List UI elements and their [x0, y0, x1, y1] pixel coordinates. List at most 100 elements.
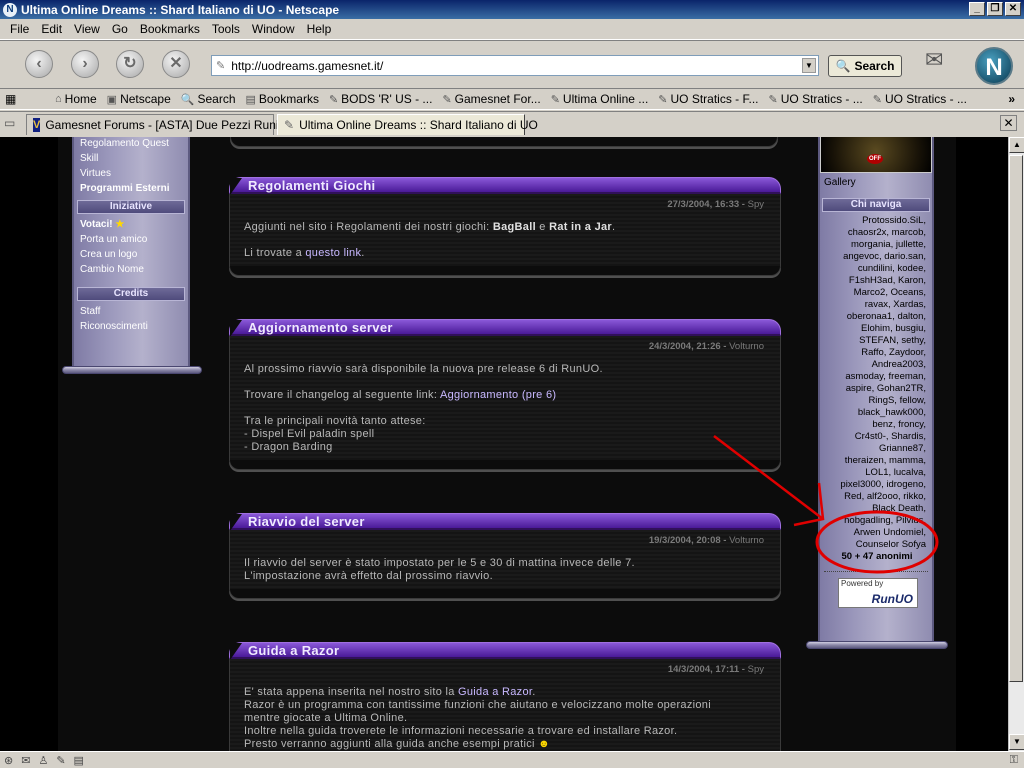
- page-viewport: Regolamento Quest Skill Virtues Programm…: [0, 137, 1008, 751]
- new-tab-icon[interactable]: ▭: [4, 116, 20, 132]
- gallery-link[interactable]: Gallery: [820, 173, 932, 195]
- news-header: Regolamenti Giochi: [229, 177, 781, 195]
- nav-link-votaci[interactable]: Votaci! ★: [74, 217, 188, 232]
- who-online-total: 50 + 47 anonimi: [841, 551, 913, 562]
- who-online-line: benz, froncy,: [872, 419, 926, 430]
- scroll-up-icon[interactable]: ▲: [1009, 137, 1024, 153]
- aggiornamento-link[interactable]: Aggiornamento (pre 6): [440, 389, 556, 401]
- bookmarks-menu[interactable]: ▤ Bookmarks: [241, 92, 324, 106]
- back-button[interactable]: ‹: [25, 50, 53, 78]
- nav-link-cambio-nome[interactable]: Cambio Nome: [74, 262, 188, 277]
- navigator-icon[interactable]: ⊛: [4, 754, 13, 767]
- forward-button[interactable]: ›: [71, 50, 99, 78]
- bookmark-home[interactable]: ⌂ Home: [50, 92, 102, 106]
- guida-razor-link[interactable]: Guida a Razor: [458, 686, 532, 698]
- menu-edit[interactable]: Edit: [41, 22, 62, 36]
- news-text: Inoltre nella guida troverete le informa…: [244, 725, 678, 737]
- bookmark-link[interactable]: ✎ UO Stratics - F...: [653, 92, 763, 106]
- reload-button[interactable]: ↻: [116, 50, 144, 78]
- address-book-icon[interactable]: ▤: [74, 754, 84, 767]
- news-text: - Dragon Barding: [244, 441, 333, 453]
- link-icon: ✎: [768, 93, 778, 106]
- bookmark-link[interactable]: ✎ Ultima Online ...: [546, 92, 654, 106]
- news-box-footer: [230, 137, 778, 147]
- nav-link-programmi-esterni[interactable]: Programmi Esterni: [74, 181, 188, 196]
- menu-help[interactable]: Help: [307, 22, 332, 36]
- search-button-label: Search: [854, 59, 895, 73]
- search-button[interactable]: 🔍 Search: [828, 55, 902, 77]
- bookmark-link[interactable]: ✎ BODS 'R' US - ...: [324, 92, 437, 106]
- runuo-badge[interactable]: Powered by RunUO: [838, 578, 918, 608]
- off-badge: OFF: [867, 154, 883, 164]
- menu-bookmarks[interactable]: Bookmarks: [140, 22, 200, 36]
- bookmark-link[interactable]: ✎ UO Stratics - ...: [868, 92, 972, 106]
- composer-icon[interactable]: ✎: [56, 754, 65, 767]
- tab-label: Gamesnet Forums - [ASTA] Due Pezzi Runic…: [45, 118, 288, 132]
- close-button[interactable]: ✕: [1005, 2, 1021, 16]
- news-author[interactable]: Volturno: [729, 535, 764, 546]
- stop-button[interactable]: ✕: [162, 50, 190, 78]
- news-author[interactable]: Spy: [748, 664, 764, 675]
- who-online-line: cundilini, kodee,: [857, 263, 926, 274]
- nav-link-virtues[interactable]: Virtues: [74, 166, 188, 181]
- netscape-logo[interactable]: N: [975, 47, 1013, 85]
- menu-view[interactable]: View: [74, 22, 100, 36]
- who-online-line: angevoc, dario.san,: [843, 251, 926, 262]
- who-online-line: LOL1, lucalva,: [865, 467, 926, 478]
- url-dropdown-icon[interactable]: ▼: [802, 58, 816, 73]
- search-icon: 🔍: [835, 59, 851, 73]
- news-text: Tra le principali novità tanto attese:: [244, 415, 426, 427]
- news-body: 14/3/2004, 17:11 - Spy E' stata appena i…: [229, 659, 781, 751]
- tab-gamesnet-forums[interactable]: V Gamesnet Forums - [ASTA] Due Pezzi Run…: [26, 114, 287, 135]
- close-tab-button[interactable]: ✕: [1000, 115, 1017, 131]
- bookmark-netscape[interactable]: ▣ Netscape: [102, 92, 176, 106]
- news-text: mentre giocate a Ultima Online.: [244, 712, 408, 724]
- who-online-line: morgania, jullette,: [851, 239, 926, 250]
- netscape-app-icon: N: [3, 2, 17, 17]
- bookmark-search[interactable]: 🔍 Search: [176, 92, 241, 106]
- link-icon: ✎: [442, 93, 452, 106]
- scroll-down-icon[interactable]: ▼: [1009, 734, 1024, 750]
- aim-icon[interactable]: ♙: [38, 754, 48, 767]
- menu-tools[interactable]: Tools: [212, 22, 240, 36]
- nav-link-riconoscimenti[interactable]: Riconoscimenti: [74, 319, 188, 334]
- who-online-line: theraizen, mamma,: [844, 455, 926, 466]
- mail-icon[interactable]: ✉: [925, 47, 965, 79]
- menu-window[interactable]: Window: [252, 22, 295, 36]
- news-text: Il riavvio del server è stato impostato …: [244, 557, 635, 569]
- news-footer: [229, 266, 781, 276]
- menu-file[interactable]: File: [10, 22, 29, 36]
- home-icon: ⌂: [55, 93, 62, 105]
- nav-link-skill[interactable]: Skill: [74, 151, 188, 166]
- my-netscape-icon: ▣: [106, 93, 118, 106]
- personal-toolbar: ▦ ⌂ Home ▣ Netscape 🔍 Search ▤ Bookmarks ✎ BO…: [0, 88, 1024, 110]
- scrollbar-thumb[interactable]: [1009, 155, 1023, 682]
- menu-go[interactable]: Go: [112, 22, 128, 36]
- toolbar-overflow-button[interactable]: »: [1003, 92, 1020, 106]
- minimize-button[interactable]: _: [969, 2, 985, 16]
- bookmark-link[interactable]: ✎ UO Stratics - ...: [764, 92, 868, 106]
- questo-link[interactable]: questo link: [305, 247, 361, 259]
- url-bar[interactable]: ✎ http://uodreams.gamesnet.it/ ▼: [211, 55, 819, 76]
- tab-bar: ▭ V Gamesnet Forums - [ASTA] Due Pezzi R…: [0, 111, 1024, 135]
- nav-section-iniziative: Iniziative: [77, 200, 185, 214]
- news-body: 27/3/2004, 16:33 - Spy Aggiunti nel sito…: [229, 194, 781, 266]
- news-author[interactable]: Volturno: [729, 341, 764, 352]
- bookmark-link[interactable]: ✎ Gamesnet For...: [437, 92, 545, 106]
- nav-link-regolamento-quest[interactable]: Regolamento Quest: [74, 137, 188, 151]
- sidebar-toggle-icon[interactable]: ▦: [0, 92, 50, 106]
- tab-uodreams[interactable]: ✎ Ultima Online Dreams :: Shard Italiano…: [277, 114, 538, 135]
- news-text: E' stata appena inserita nel nostro sito…: [244, 686, 536, 698]
- maximize-button[interactable]: ❐: [987, 2, 1003, 16]
- who-online-line: Protossido.SiL,: [862, 215, 926, 226]
- news-date: 24/3/2004, 21:26: [648, 341, 721, 352]
- news-author[interactable]: Spy: [748, 199, 764, 210]
- who-online-line: ravax, Xardas,: [864, 299, 926, 310]
- runuo-logo: RunUO: [871, 592, 913, 606]
- nav-link-crea-un-logo[interactable]: Crea un logo: [74, 247, 188, 262]
- news-text: Al prossimo riavvio sarà disponibile la …: [244, 363, 603, 375]
- left-navigation: Regolamento Quest Skill Virtues Programm…: [72, 137, 190, 367]
- nav-link-staff[interactable]: Staff: [74, 304, 188, 319]
- mail-icon[interactable]: ✉: [21, 754, 30, 767]
- nav-link-porta-un-amico[interactable]: Porta un amico: [74, 232, 188, 247]
